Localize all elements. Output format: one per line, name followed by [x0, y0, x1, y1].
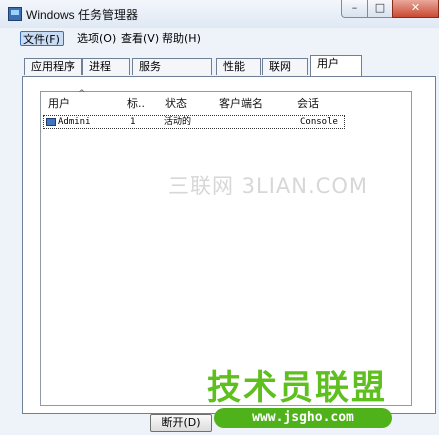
menu-options[interactable]: 选项(O)	[75, 31, 118, 46]
list-header: 用户 ^ 标.. 状态 客户端名 会话	[41, 89, 411, 111]
user-icon	[46, 118, 56, 126]
tab-strip: 应用程序 进程 服务 性能 联网 用户	[22, 55, 439, 77]
tab-applications[interactable]: 应用程序	[24, 58, 82, 75]
title-bar[interactable]: Windows 任务管理器 – □ ✕	[0, 0, 439, 28]
watermark-3lian: 三联网 3LIAN.COM	[168, 174, 368, 198]
tab-processes[interactable]: 进程	[82, 58, 130, 75]
watermark-jsgho: www.jsgho.com	[214, 408, 392, 428]
column-header-client-name[interactable]: 客户端名	[219, 95, 263, 111]
column-user-label: 用户	[48, 97, 70, 110]
users-list[interactable]: 用户 ^ 标.. 状态 客户端名 会话 Admini 1 活动的 Console	[40, 89, 412, 406]
disconnect-button[interactable]: 断开(D)	[150, 414, 212, 432]
watermark-jishuyuan: 技术员联盟	[207, 368, 387, 408]
minimize-button[interactable]: –	[341, 0, 368, 18]
menu-help[interactable]: 帮助(H)	[160, 31, 203, 46]
column-header-id[interactable]: 标..	[127, 95, 145, 111]
tab-networking[interactable]: 联网	[262, 58, 308, 75]
menu-view[interactable]: 查看(V)	[119, 31, 161, 46]
close-button[interactable]: ✕	[392, 0, 439, 18]
list-item[interactable]: Admini 1 活动的 Console	[43, 115, 345, 129]
column-header-user[interactable]: 用户 ^	[48, 89, 86, 111]
task-manager-icon	[8, 7, 22, 21]
menu-file[interactable]: 文件(F)	[20, 31, 64, 46]
tab-performance[interactable]: 性能	[216, 58, 261, 75]
cell-user: Admini	[58, 117, 91, 127]
task-manager-window: Windows 任务管理器 – □ ✕ 文件(F) 选项(O) 查看(V) 帮助…	[0, 0, 439, 435]
sort-ascending-icon: ^	[78, 89, 86, 99]
column-header-session[interactable]: 会话	[297, 95, 319, 111]
menu-bar: 文件(F) 选项(O) 查看(V) 帮助(H)	[0, 30, 439, 48]
tab-services[interactable]: 服务	[132, 58, 212, 75]
tab-users[interactable]: 用户	[310, 55, 362, 76]
cell-id: 1	[130, 117, 136, 127]
cell-status: 活动的	[164, 117, 192, 127]
cell-session: Console	[300, 117, 338, 127]
window-title: Windows 任务管理器	[26, 8, 139, 22]
maximize-button[interactable]: □	[367, 0, 393, 18]
column-header-status[interactable]: 状态	[165, 95, 187, 111]
